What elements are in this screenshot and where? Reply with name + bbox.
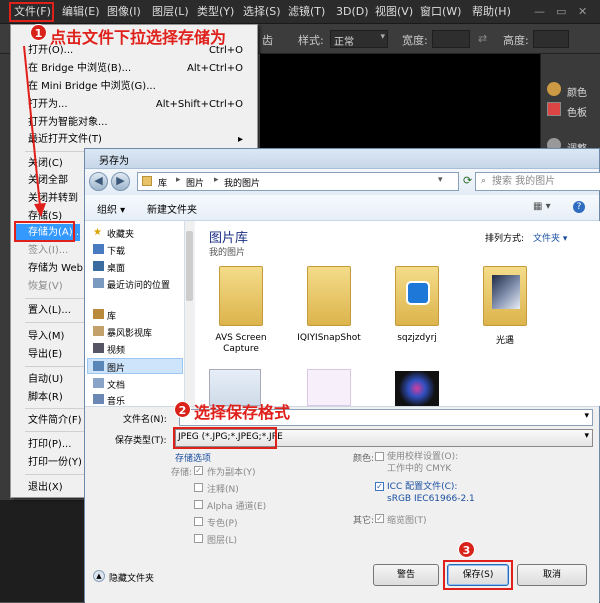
- nav-pictures[interactable]: 图片: [107, 361, 125, 374]
- filetype-highlight: [173, 427, 277, 449]
- nav-libraries[interactable]: 库: [107, 309, 116, 322]
- new-folder-button[interactable]: 新建文件夹: [147, 201, 197, 216]
- nav-desktop[interactable]: 桌面: [107, 261, 125, 274]
- dialog-title: 另存为: [99, 156, 129, 167]
- refresh-icon[interactable]: ⟳: [463, 174, 472, 187]
- notes-label: 注释(N): [207, 485, 239, 495]
- icc-checkbox[interactable]: ✓: [375, 482, 384, 491]
- nav-baofeng[interactable]: 暴风影视库: [107, 326, 152, 339]
- video-library-icon: [93, 326, 104, 336]
- path-box[interactable]: 库 ▸ 图片 ▸ 我的图片 ▾: [137, 172, 459, 191]
- path-seg-3[interactable]: 我的图片: [224, 176, 260, 189]
- folder-icon[interactable]: [307, 266, 351, 326]
- nav-documents[interactable]: 文档: [107, 378, 125, 391]
- step-2-text: 选择保存格式: [194, 403, 291, 422]
- notes-checkbox[interactable]: [194, 483, 203, 492]
- arrange-label: 排列方式:: [485, 234, 525, 244]
- folder-icon[interactable]: [219, 266, 263, 326]
- download-icon: [93, 244, 104, 254]
- spot-checkbox[interactable]: [194, 517, 203, 526]
- chevron-down-icon[interactable]: ▾: [438, 175, 443, 185]
- folder-icon: [142, 176, 152, 186]
- folder-label[interactable]: IQIYISnapShot: [289, 333, 369, 343]
- filetype-label: 保存类型(T):: [115, 436, 167, 446]
- alpha-checkbox[interactable]: [194, 500, 203, 509]
- other-label: 其它:: [353, 516, 375, 526]
- documents-icon: [93, 378, 104, 388]
- thumbnail-checkbox[interactable]: ✓: [375, 514, 384, 523]
- search-input[interactable]: 搜索 我的图片: [475, 172, 600, 191]
- step-3-badge: 3: [458, 541, 475, 558]
- path-seg-1[interactable]: 库: [158, 176, 167, 189]
- forward-icon[interactable]: ▶: [111, 172, 130, 191]
- folder-label[interactable]: sqzjzdyrj: [377, 333, 457, 343]
- nav-favorites[interactable]: 收藏夹: [107, 227, 134, 240]
- music-icon: [93, 394, 104, 404]
- library-title: 图片库: [209, 231, 249, 246]
- pictures-icon: [93, 361, 104, 371]
- video-icon: [93, 343, 104, 353]
- nav-downloads[interactable]: 下载: [107, 244, 125, 257]
- filename-label: 文件名(N):: [123, 415, 167, 425]
- color-label: 颜色:: [353, 454, 375, 464]
- folder-icon[interactable]: [483, 266, 527, 326]
- image-thumbnail[interactable]: [395, 371, 439, 406]
- star-icon: ★: [93, 227, 102, 238]
- copy-label: 作为副本(Y): [207, 468, 256, 478]
- chevron-up-icon[interactable]: ▲: [93, 570, 105, 582]
- desktop-icon: [93, 261, 104, 271]
- help-icon[interactable]: ?: [573, 201, 585, 213]
- copy-checkbox[interactable]: ✓: [194, 466, 203, 475]
- navigation-pane: ★ 收藏夹 下载 桌面 最近访问的位置 库 暴风影视库 视频 图片 文档 音乐: [85, 221, 185, 407]
- step-1-badge: 1: [30, 24, 47, 41]
- icc-label: ICC 配置文件(C): sRGB IEC61966-2.1: [387, 482, 475, 504]
- save-options-heading: 存储选项: [175, 454, 212, 464]
- nav-scrollbar[interactable]: [185, 221, 194, 406]
- search-icon: ⌕: [481, 176, 487, 186]
- address-bar: ◀ ▶ 库 ▸ 图片 ▸ 我的图片 ▾ ⟳ 搜索 我的图片 ⌕: [85, 169, 600, 195]
- dialog-toolbar: 组织 ▾ 新建文件夹 ▦ ▾ ?: [85, 195, 599, 221]
- photo-thumbnail: [492, 275, 520, 309]
- save-as-dialog: 另存为 ◀ ▶ 库 ▸ 图片 ▸ 我的图片 ▾ ⟳ 搜索 我的图片 ⌕ 组织 ▾…: [84, 148, 600, 603]
- nav-videos[interactable]: 视频: [107, 343, 125, 356]
- back-icon[interactable]: ◀: [89, 172, 108, 191]
- spot-label: 专色(P): [207, 519, 238, 529]
- proof-checkbox[interactable]: [375, 452, 384, 461]
- folder-label[interactable]: AVS Screen Capture: [201, 333, 281, 355]
- cancel-button[interactable]: 取消: [517, 564, 587, 586]
- chevron-down-icon: ▾: [584, 411, 589, 421]
- step-2-badge: 2: [174, 401, 191, 418]
- path-seg-2[interactable]: 图片: [186, 176, 204, 189]
- folder-icon[interactable]: [395, 266, 439, 326]
- proof-label: 使用校样设置(O): 工作中的 CMYK: [387, 452, 459, 474]
- arrange-select[interactable]: 文件夹 ▾: [533, 231, 567, 244]
- thumbnail-label: 缩览图(T): [387, 516, 427, 526]
- step-1-text: 点击文件下拉选择存储为: [50, 28, 227, 47]
- warning-button[interactable]: 警告: [373, 564, 439, 586]
- app-icon: [406, 281, 430, 305]
- folder-label[interactable]: 光遇: [465, 333, 545, 346]
- save-button-highlight: [443, 560, 513, 590]
- save-label: 存储:: [171, 468, 193, 478]
- layers-label: 图层(L): [207, 536, 238, 546]
- dialog-title-bar: 另存为: [85, 149, 599, 169]
- library-icon: [93, 309, 104, 319]
- save-form: 文件名(N): ▾ 保存类型(T): JPEG (*.JPG;*.JPEG;*.…: [85, 406, 599, 603]
- hide-folders-button[interactable]: 隐藏文件夹: [109, 571, 154, 584]
- view-icon[interactable]: ▦ ▾: [533, 201, 551, 212]
- library-subtitle: 我的图片: [209, 248, 246, 258]
- organize-button[interactable]: 组织 ▾: [97, 201, 125, 216]
- image-thumbnail[interactable]: [307, 369, 351, 406]
- recent-icon: [93, 278, 104, 288]
- alpha-label: Alpha 通道(E): [207, 502, 267, 512]
- scroll-thumb[interactable]: [186, 231, 193, 301]
- chevron-down-icon: ▾: [584, 431, 589, 441]
- file-list: 图片库 我的图片 排列方式: 文件夹 ▾ AVS Screen Capture …: [195, 221, 600, 406]
- layers-checkbox[interactable]: [194, 534, 203, 543]
- nav-recent[interactable]: 最近访问的位置: [107, 278, 170, 291]
